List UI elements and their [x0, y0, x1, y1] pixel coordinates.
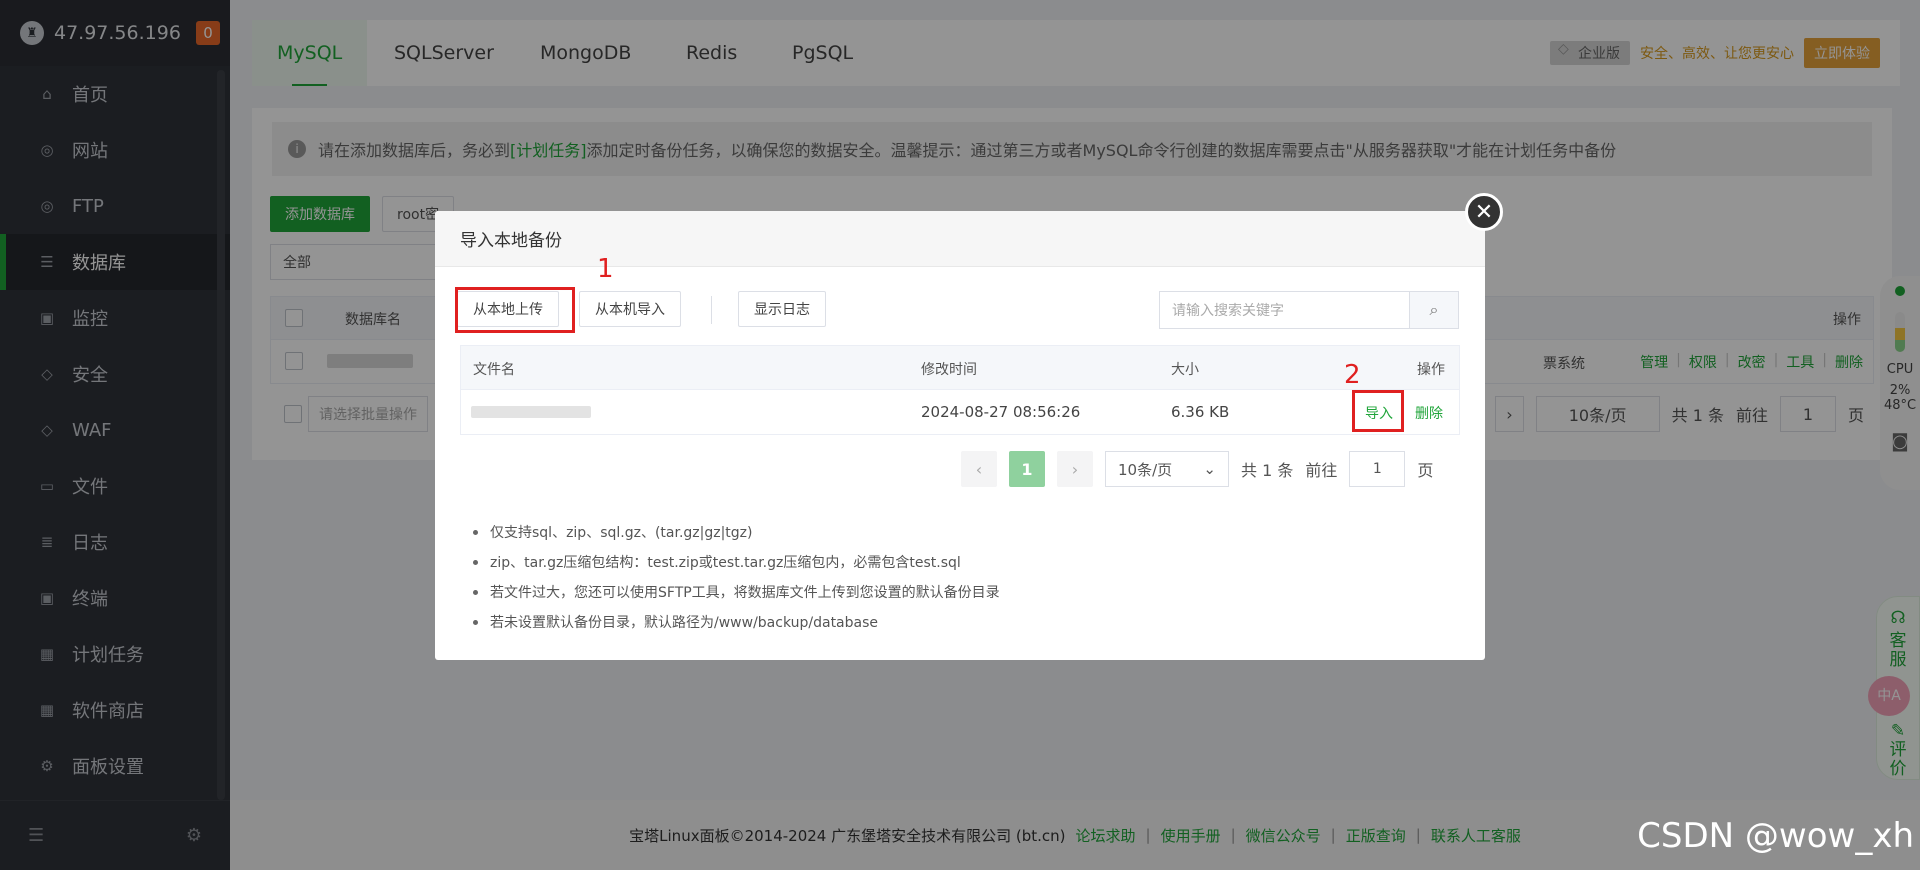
page-size-select[interactable]: 10条/页 ⌄ — [1105, 451, 1229, 487]
page-unit: 页 — [1417, 461, 1434, 480]
blurred-filename — [471, 406, 591, 418]
delete-link[interactable]: 删除 — [1415, 403, 1443, 423]
annotation-number-2: 2 — [1344, 360, 1361, 390]
backup-table-header: 文件名 修改时间 大小 操作 — [461, 346, 1459, 390]
search-icon[interactable]: ⌕ — [1409, 291, 1459, 329]
col-modified-time: 修改时间 — [921, 362, 977, 378]
chevron-down-icon: ⌄ — [1203, 460, 1216, 478]
total-count: 共 1 条 — [1241, 461, 1294, 480]
dialog-title: 导入本地备份 — [435, 211, 1485, 267]
note-item: 若文件过大，您还可以使用SFTP工具，将数据库文件上传到您设置的默认备份目录 — [473, 577, 1000, 607]
backup-pagination: ‹ 1 › 10条/页 ⌄ 共 1 条 前往 1 页 — [961, 451, 1433, 487]
import-backup-dialog: 导入本地备份 从本地上传 从本机导入 显示日志 请输入搜索关键字 ⌕ 文件名 修… — [435, 211, 1485, 660]
show-log-button[interactable]: 显示日志 — [738, 291, 826, 327]
col-size: 大小 — [1171, 362, 1199, 378]
import-from-server-button[interactable]: 从本机导入 — [579, 291, 681, 327]
search-input[interactable]: 请输入搜索关键字 — [1159, 291, 1409, 329]
import-notes: 仅支持sql、zip、sql.gz、(tar.gz|gz|tgz) zip、ta… — [473, 517, 1000, 637]
csdn-watermark: CSDN @wow_xh — [1637, 816, 1914, 856]
note-item: 若未设置默认备份目录，默认路径为/www/backup/database — [473, 607, 1000, 637]
note-item: 仅支持sql、zip、sql.gz、(tar.gz|gz|tgz) — [473, 517, 1000, 547]
next-page-icon[interactable]: › — [1057, 451, 1093, 487]
page-size-value: 10条/页 — [1118, 460, 1173, 479]
note-item: zip、tar.gz压缩包结构：test.zip或test.tar.gz压缩包内… — [473, 547, 1000, 577]
annotation-box-upload — [455, 287, 575, 333]
annotation-number-1: 1 — [597, 254, 614, 284]
table-row: 2024-08-27 08:56:26 6.36 KB 导入 删除 — [461, 390, 1459, 434]
file-modified-time: 2024-08-27 08:56:26 — [921, 403, 1081, 421]
goto-label: 前往 — [1305, 461, 1338, 480]
toolbar-divider — [711, 296, 712, 324]
prev-page-icon[interactable]: ‹ — [961, 451, 997, 487]
page-input[interactable]: 1 — [1349, 451, 1406, 487]
col-filename: 文件名 — [473, 362, 515, 378]
annotation-box-import — [1352, 390, 1404, 432]
file-size: 6.36 KB — [1171, 403, 1230, 421]
backup-file-table: 文件名 修改时间 大小 操作 2024-08-27 08:56:26 6.36 … — [460, 345, 1460, 435]
current-page[interactable]: 1 — [1009, 451, 1045, 487]
col-operations: 操作 — [1417, 362, 1445, 378]
close-dialog-icon[interactable]: ✕ — [1465, 193, 1503, 231]
